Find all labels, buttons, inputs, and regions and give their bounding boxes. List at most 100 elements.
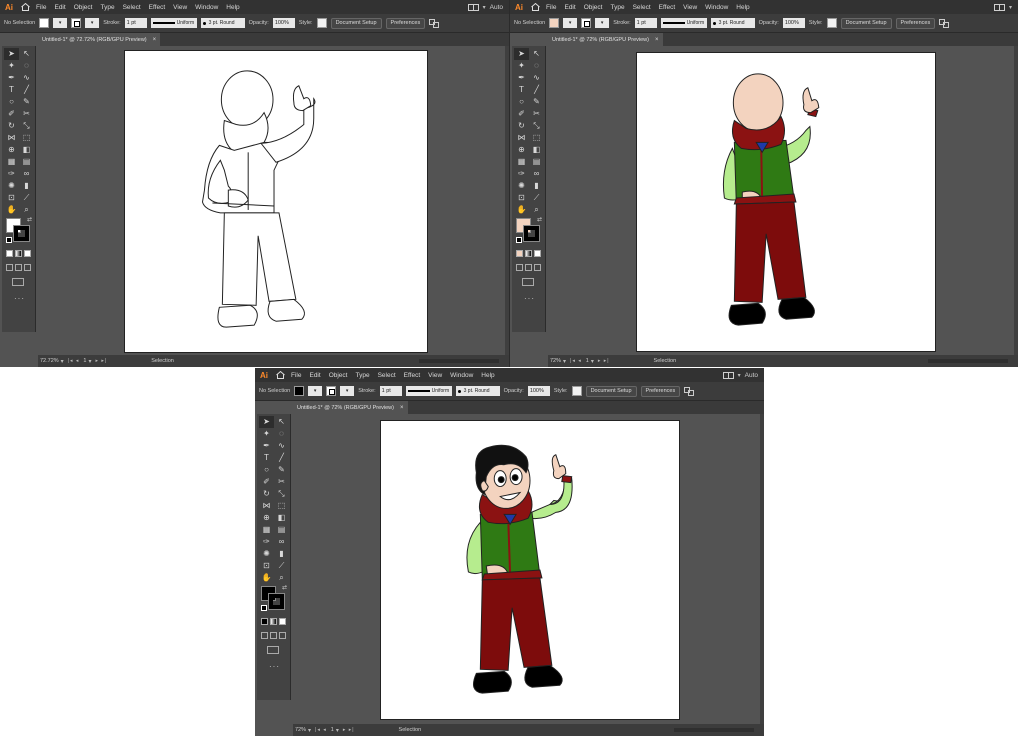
symbol-sprayer-tool-icon[interactable]: ✺ bbox=[514, 180, 529, 192]
slice-tool-icon[interactable]: ⟋ bbox=[19, 192, 34, 204]
preferences-button[interactable]: Preferences bbox=[385, 17, 426, 29]
screen-mode-icon[interactable] bbox=[12, 278, 24, 286]
hand-tool-icon[interactable]: ✋ bbox=[4, 204, 19, 216]
lasso-tool-icon[interactable]: ◌ bbox=[19, 60, 34, 72]
canvas-area[interactable] bbox=[293, 414, 764, 724]
style-swatch[interactable] bbox=[316, 18, 327, 28]
direct-selection-tool-icon[interactable]: ↖ bbox=[274, 416, 289, 428]
draw-behind-icon[interactable] bbox=[15, 264, 22, 271]
color-icon[interactable] bbox=[261, 618, 268, 625]
menu-select[interactable]: Select bbox=[629, 4, 655, 11]
live-paint-tool-icon[interactable]: ◧ bbox=[274, 512, 289, 524]
shaper-tool-icon[interactable]: ✐ bbox=[4, 108, 19, 120]
stroke-swatch-control[interactable] bbox=[581, 18, 592, 28]
ellipse-tool-icon[interactable]: ○ bbox=[259, 464, 274, 476]
chevron-down-icon[interactable]: ▾ bbox=[483, 4, 486, 11]
symbol-sprayer-tool-icon[interactable]: ✺ bbox=[259, 548, 274, 560]
hand-tool-icon[interactable]: ✋ bbox=[514, 204, 529, 216]
shaper-tool-icon[interactable]: ✐ bbox=[259, 476, 274, 488]
menu-effect[interactable]: Effect bbox=[145, 4, 170, 11]
gradient-tool-icon[interactable]: ▤ bbox=[19, 156, 34, 168]
document-setup-button[interactable]: Document Setup bbox=[330, 17, 382, 29]
workspace-switcher[interactable]: Auto bbox=[745, 372, 758, 379]
draw-behind-icon[interactable] bbox=[525, 264, 532, 271]
stroke-swatch-control[interactable] bbox=[326, 386, 337, 396]
gradient-tool-icon[interactable]: ▤ bbox=[529, 156, 544, 168]
gradient-icon[interactable] bbox=[525, 250, 532, 257]
menu-type[interactable]: Type bbox=[96, 4, 118, 11]
artboard-tool-icon[interactable]: ⊡ bbox=[4, 192, 19, 204]
menu-edit[interactable]: Edit bbox=[305, 372, 324, 379]
horizontal-scrollbar[interactable] bbox=[928, 359, 1008, 363]
artboard-number-field[interactable]: 1 ▾ bbox=[331, 727, 339, 734]
perspective-grid-tool-icon[interactable]: ▦ bbox=[4, 156, 19, 168]
menu-view[interactable]: View bbox=[169, 4, 191, 11]
artboard-tool-icon[interactable]: ⊡ bbox=[514, 192, 529, 204]
screen-mode-icon[interactable] bbox=[267, 646, 279, 654]
curvature-tool-icon[interactable]: ∿ bbox=[529, 72, 544, 84]
magic-wand-tool-icon[interactable]: ✦ bbox=[514, 60, 529, 72]
shape-builder-tool-icon[interactable]: ⊕ bbox=[4, 144, 19, 156]
horizontal-scrollbar[interactable] bbox=[674, 728, 754, 732]
symbol-sprayer-tool-icon[interactable]: ✺ bbox=[4, 180, 19, 192]
stroke-weight-field[interactable]: 1 pt bbox=[124, 18, 147, 28]
menu-window[interactable]: Window bbox=[191, 4, 222, 11]
gradient-icon[interactable] bbox=[15, 250, 22, 257]
default-colors-icon[interactable] bbox=[516, 237, 522, 243]
pen-tool-icon[interactable]: ✒ bbox=[4, 72, 19, 84]
menu-object[interactable]: Object bbox=[580, 4, 607, 11]
column-graph-tool-icon[interactable]: ▮ bbox=[529, 180, 544, 192]
eyedropper-tool-icon[interactable]: ✑ bbox=[259, 536, 274, 548]
direct-selection-tool-icon[interactable]: ↖ bbox=[529, 48, 544, 60]
stroke-color-swatch[interactable] bbox=[268, 593, 285, 610]
menu-effect[interactable]: Effect bbox=[400, 372, 425, 379]
variable-width-profile[interactable]: Uniform bbox=[405, 386, 452, 396]
rotate-tool-icon[interactable]: ↻ bbox=[4, 120, 19, 132]
zoom-level-field[interactable]: 72% ▾ bbox=[295, 727, 311, 734]
blend-tool-icon[interactable]: ∞ bbox=[529, 168, 544, 180]
menu-edit[interactable]: Edit bbox=[50, 4, 69, 11]
draw-inside-icon[interactable] bbox=[279, 632, 286, 639]
rotate-tool-icon[interactable]: ↻ bbox=[514, 120, 529, 132]
brush-definition[interactable]: 3 pt. Round bbox=[710, 18, 755, 28]
pen-tool-icon[interactable]: ✒ bbox=[514, 72, 529, 84]
perspective-grid-tool-icon[interactable]: ▦ bbox=[514, 156, 529, 168]
screen-mode-icon[interactable] bbox=[522, 278, 534, 286]
workspace-icon[interactable] bbox=[722, 371, 734, 379]
fill-dropdown[interactable]: ▾ bbox=[563, 18, 578, 28]
free-transform-tool-icon[interactable]: ⬚ bbox=[274, 500, 289, 512]
artboard-nav-prev-icon[interactable]: |◂ ◂ bbox=[315, 727, 327, 733]
none-icon[interactable] bbox=[24, 250, 31, 257]
chevron-down-icon[interactable]: ▾ bbox=[738, 372, 741, 379]
fill-swatch-control[interactable] bbox=[294, 386, 305, 396]
artboard[interactable] bbox=[636, 52, 936, 352]
hand-tool-icon[interactable]: ✋ bbox=[259, 572, 274, 584]
selection-tool-icon[interactable]: ➤ bbox=[259, 416, 274, 428]
draw-behind-icon[interactable] bbox=[270, 632, 277, 639]
column-graph-tool-icon[interactable]: ▮ bbox=[19, 180, 34, 192]
fill-swatch-control[interactable] bbox=[39, 18, 50, 28]
fill-dropdown[interactable]: ▾ bbox=[53, 18, 68, 28]
free-transform-tool-icon[interactable]: ⬚ bbox=[529, 132, 544, 144]
preferences-button[interactable]: Preferences bbox=[640, 385, 681, 397]
fill-swatch-control[interactable] bbox=[549, 18, 560, 28]
menu-file[interactable]: File bbox=[32, 4, 50, 11]
menu-file[interactable]: File bbox=[542, 4, 560, 11]
more-tools-icon[interactable]: ··· bbox=[14, 294, 25, 303]
type-tool-icon[interactable]: T bbox=[514, 84, 529, 96]
close-icon[interactable]: × bbox=[655, 37, 659, 43]
ellipse-tool-icon[interactable]: ○ bbox=[4, 96, 19, 108]
stroke-swatch-control[interactable] bbox=[71, 18, 82, 28]
line-tool-icon[interactable]: ╱ bbox=[19, 84, 34, 96]
stroke-weight-field[interactable]: 1 pt bbox=[379, 386, 402, 396]
free-transform-tool-icon[interactable]: ⬚ bbox=[19, 132, 34, 144]
horizontal-scrollbar[interactable] bbox=[419, 359, 499, 363]
style-swatch[interactable] bbox=[571, 386, 582, 396]
menu-view[interactable]: View bbox=[424, 372, 446, 379]
vertical-scrollbar[interactable] bbox=[760, 414, 764, 724]
arrange-documents-icon[interactable] bbox=[939, 19, 950, 28]
menu-effect[interactable]: Effect bbox=[655, 4, 680, 11]
eyedropper-tool-icon[interactable]: ✑ bbox=[514, 168, 529, 180]
pen-tool-icon[interactable]: ✒ bbox=[259, 440, 274, 452]
menu-type[interactable]: Type bbox=[351, 372, 373, 379]
